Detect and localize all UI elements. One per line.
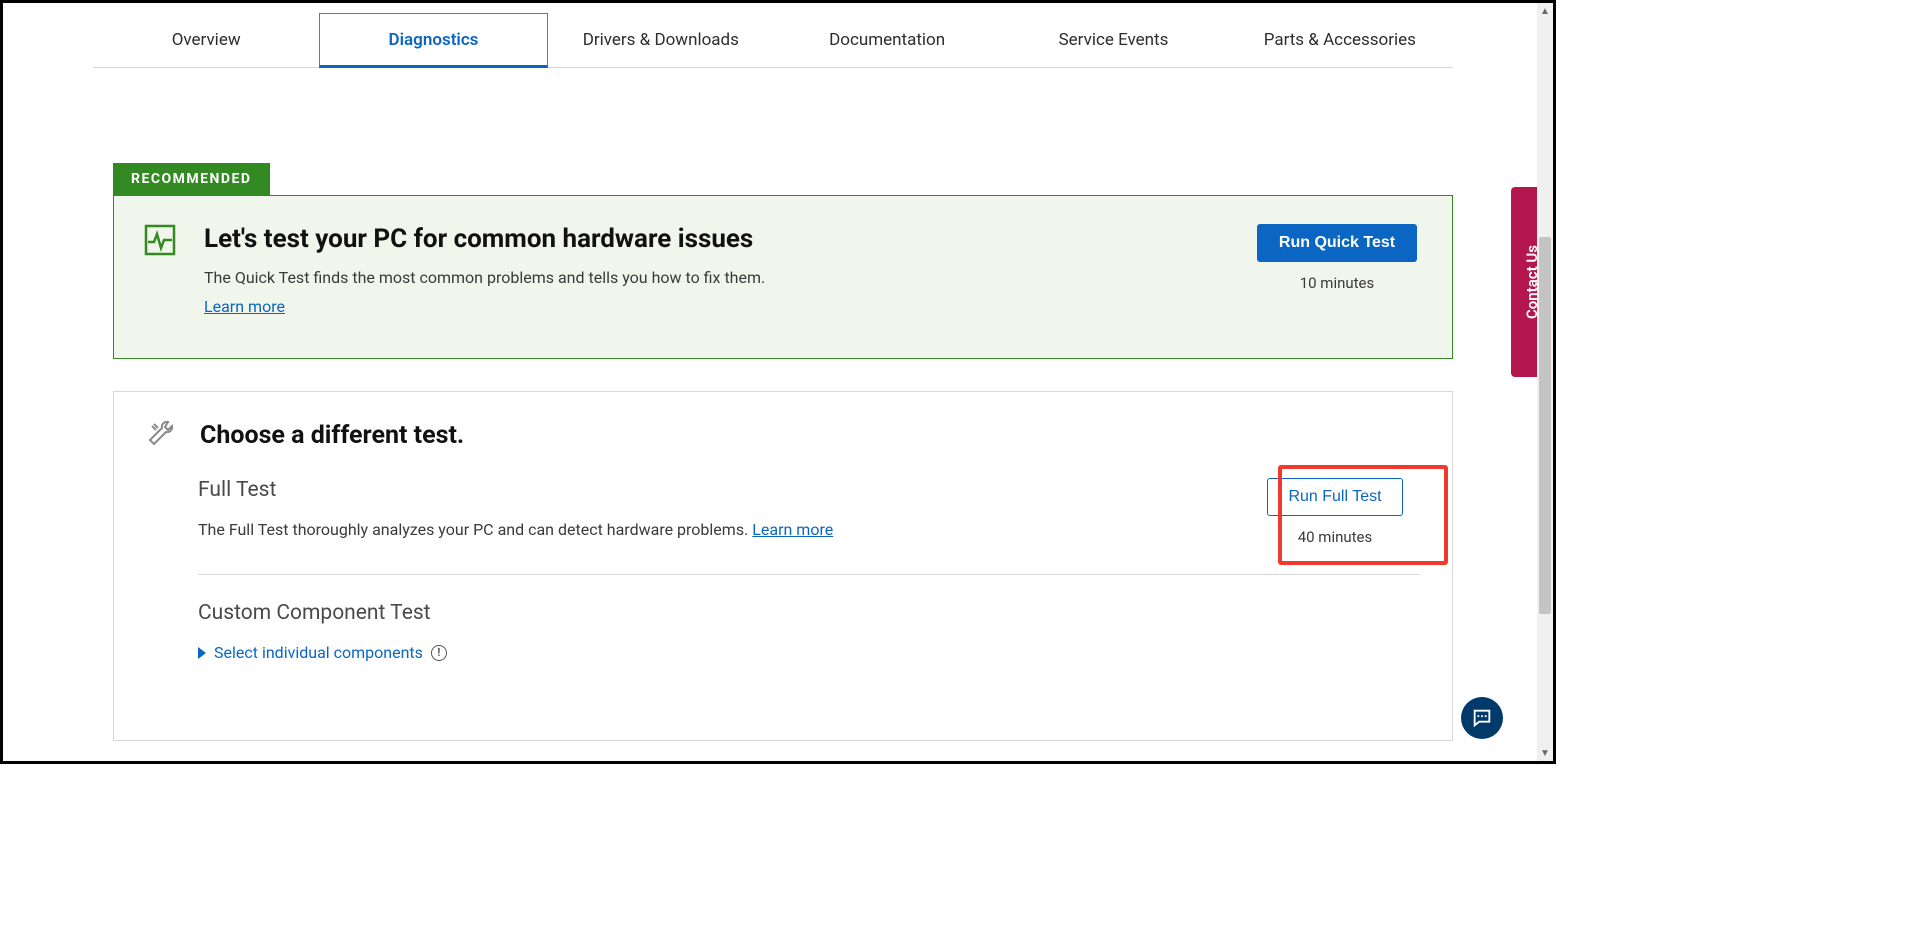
full-test-body: Full Test The Full Test thoroughly analy…: [198, 478, 1250, 539]
run-full-test-button[interactable]: Run Full Test: [1267, 478, 1402, 516]
alt-tests-header: Choose a different test.: [146, 418, 1420, 452]
select-individual-components-link[interactable]: Select individual components: [214, 643, 423, 662]
heartbeat-icon: [144, 224, 188, 268]
chat-button[interactable]: [1461, 697, 1503, 739]
custom-component-test: Custom Component Test Select individual …: [198, 601, 1420, 662]
alt-tests-panel: Choose a different test. Full Test The F…: [113, 391, 1453, 741]
tools-icon: [146, 418, 180, 452]
scroll-down-button[interactable]: ▼: [1537, 745, 1553, 761]
quick-test-description: The Quick Test finds the most common pro…: [204, 268, 1252, 287]
quick-test-learn-more-link[interactable]: Learn more: [204, 297, 285, 316]
full-test-title: Full Test: [198, 478, 1250, 502]
custom-component-link-row: Select individual components !: [198, 643, 1420, 662]
scroll-up-button[interactable]: ▲: [1537, 3, 1553, 19]
full-test-description-text: The Full Test thoroughly analyzes your P…: [198, 520, 752, 539]
support-tabs: Overview Diagnostics Drivers & Downloads…: [93, 13, 1453, 68]
scroll-track[interactable]: [1537, 19, 1553, 745]
alt-tests-title: Choose a different test.: [200, 421, 464, 450]
full-test-actions: Run Full Test 40 minutes: [1250, 478, 1420, 546]
quick-test-duration: 10 minutes: [1300, 274, 1375, 292]
chevron-right-icon: [198, 647, 206, 659]
full-test-description: The Full Test thoroughly analyzes your P…: [198, 520, 1250, 539]
tab-diagnostics[interactable]: Diagnostics: [319, 13, 547, 68]
full-test-duration: 40 minutes: [1298, 528, 1373, 546]
quick-test-actions: Run Quick Test 10 minutes: [1252, 224, 1422, 330]
quick-test-panel: Let's test your PC for common hardware i…: [113, 195, 1453, 359]
tab-documentation[interactable]: Documentation: [774, 13, 1000, 67]
info-icon[interactable]: !: [431, 645, 447, 661]
quick-test-title: Let's test your PC for common hardware i…: [204, 224, 1252, 254]
tab-drivers-downloads[interactable]: Drivers & Downloads: [548, 13, 774, 67]
scroll-thumb[interactable]: [1539, 237, 1551, 615]
full-test-row: Full Test The Full Test thoroughly analy…: [198, 478, 1420, 575]
full-test-learn-more-link[interactable]: Learn more: [752, 520, 833, 539]
recommended-badge: RECOMMENDED: [113, 163, 270, 195]
vertical-scrollbar[interactable]: ▲ ▼: [1537, 3, 1553, 761]
quick-test-body: Let's test your PC for common hardware i…: [204, 224, 1252, 330]
custom-component-test-title: Custom Component Test: [198, 601, 1420, 625]
tab-overview[interactable]: Overview: [93, 13, 319, 67]
tab-parts-accessories[interactable]: Parts & Accessories: [1227, 13, 1453, 67]
run-quick-test-button[interactable]: Run Quick Test: [1257, 224, 1417, 262]
chat-icon: [1471, 707, 1493, 729]
tab-service-events[interactable]: Service Events: [1000, 13, 1226, 67]
